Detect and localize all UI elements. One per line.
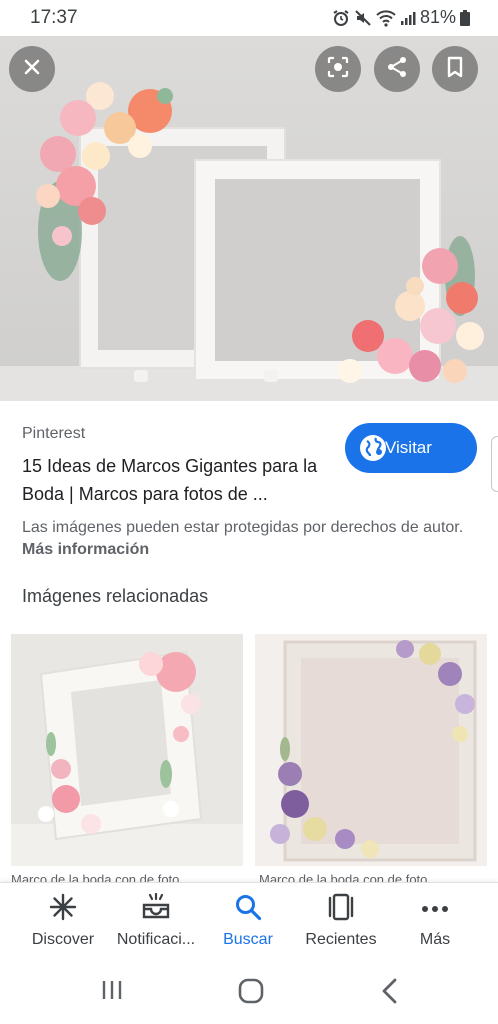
- visit-button[interactable]: Visitar: [345, 423, 477, 473]
- system-navigation: [0, 958, 498, 1024]
- more-icon: [421, 900, 449, 918]
- purple-flowers-frame-photo: [255, 634, 487, 866]
- frames-photo: [0, 36, 498, 401]
- nav-label-notifications: Notificaci...: [116, 931, 196, 948]
- disclaimer-text: Las imágenes pueden estar protegidas por…: [22, 519, 464, 536]
- signal-icon: [400, 10, 416, 26]
- alarm-icon: [332, 9, 350, 27]
- asterisk-icon: [49, 893, 77, 926]
- battery-level: 81%: [419, 7, 456, 27]
- more-info-link[interactable]: Más información: [22, 541, 149, 558]
- wifi-icon: [376, 9, 396, 27]
- battery-icon: [460, 9, 470, 26]
- related-image-2[interactable]: [255, 634, 487, 866]
- home-button[interactable]: [238, 978, 264, 1009]
- related-caption-2[interactable]: Marco de la boda con de foto: [259, 872, 487, 882]
- bookmark-button[interactable]: [432, 46, 478, 92]
- copyright-disclaimer: Las imágenes pueden estar protegidas por…: [22, 517, 472, 561]
- side-handle[interactable]: [491, 436, 498, 492]
- bookmark-icon: [446, 56, 464, 83]
- share-icon: [386, 56, 408, 83]
- nav-label-search: Buscar: [223, 931, 273, 948]
- nav-notifications[interactable]: Notificaci...: [106, 892, 206, 949]
- bottom-navigation: Discover Notificaci... Buscar Recientes …: [0, 882, 498, 958]
- recent-apps-button[interactable]: [100, 978, 124, 1007]
- lens-icon: [326, 55, 350, 84]
- related-caption-1[interactable]: Marco de la boda con de foto: [11, 872, 243, 882]
- related-image-1[interactable]: [11, 634, 243, 866]
- mute-icon: [354, 9, 372, 27]
- notifications-icon: [141, 892, 171, 926]
- result-title[interactable]: 15 Ideas de Marcos Gigantes para la Boda…: [22, 452, 342, 508]
- share-button[interactable]: [374, 46, 420, 92]
- lens-button[interactable]: [315, 46, 361, 92]
- status-bar: 17:37 81%: [0, 0, 498, 36]
- close-icon: [23, 58, 41, 81]
- globe-icon: [359, 434, 387, 467]
- search-icon: [234, 893, 262, 926]
- result-source[interactable]: Pinterest: [22, 425, 85, 443]
- nav-label-recents: Recientes: [305, 931, 377, 948]
- nav-search[interactable]: Buscar: [198, 893, 298, 949]
- back-button[interactable]: [380, 978, 400, 1009]
- nav-recents[interactable]: Recientes: [291, 893, 391, 949]
- nav-label-more: Más: [419, 931, 451, 948]
- close-button[interactable]: [9, 46, 55, 92]
- nav-discover[interactable]: Discover: [13, 893, 113, 949]
- recents-icon: [326, 893, 356, 926]
- pink-roses-frame-photo: [11, 634, 243, 866]
- status-time: 17:37: [30, 7, 78, 28]
- status-icons: 81%: [332, 7, 470, 28]
- hero-image[interactable]: [0, 36, 498, 401]
- related-images-heading: Imágenes relacionadas: [22, 586, 209, 606]
- nav-label-discover: Discover: [31, 931, 95, 948]
- visit-label: Visitar: [385, 438, 432, 457]
- nav-more[interactable]: Más: [385, 893, 485, 949]
